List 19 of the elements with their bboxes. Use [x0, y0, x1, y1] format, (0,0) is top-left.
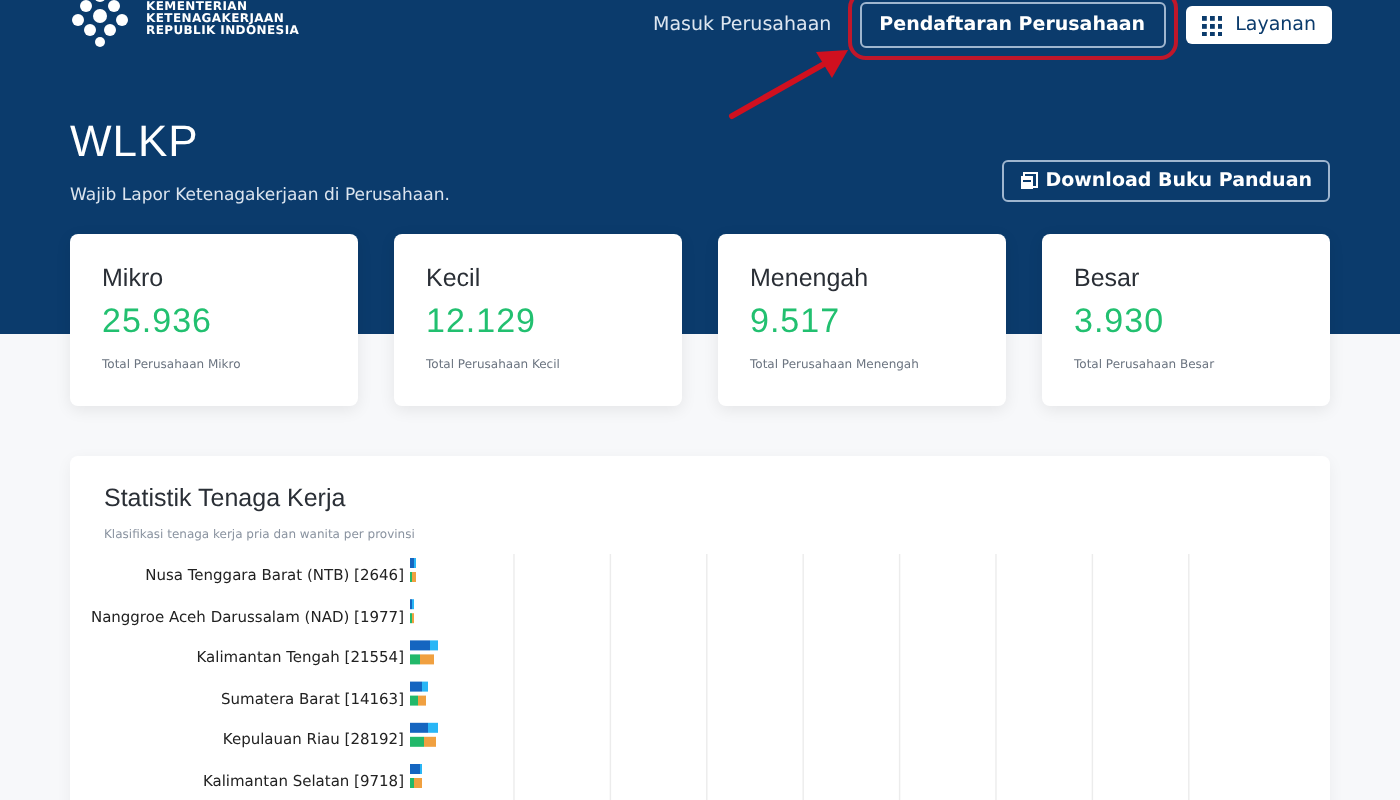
pointer-arrow — [728, 50, 848, 119]
card-title: Menengah — [750, 264, 871, 292]
card-value: 9.517 — [750, 302, 843, 342]
card-title: Besar — [1074, 264, 1142, 292]
grid-icon — [1201, 15, 1222, 35]
card-value: 3.930 — [1074, 302, 1167, 342]
page-title: WLKP — [70, 116, 201, 168]
services-button[interactable]: Layanan — [1185, 6, 1332, 44]
download-guide-button[interactable]: Download Buku Panduan — [1001, 160, 1330, 202]
card-value: 12.129 — [426, 302, 538, 342]
register-button[interactable]: Pendaftaran Perusahaan — [859, 2, 1166, 48]
card-value: 25.936 — [102, 302, 214, 342]
chart-title: Statistik Tenaga Kerja — [104, 484, 348, 512]
card-title: Kecil — [426, 264, 483, 292]
logo-icon — [70, 0, 130, 48]
book-icon — [1019, 172, 1038, 190]
card-title: Mikro — [102, 264, 166, 292]
page-subtitle: Wajib Lapor Ketenagakerjaan di Perusahaan. — [70, 186, 450, 206]
login-link[interactable]: Masuk Perusahaan — [645, 2, 840, 48]
